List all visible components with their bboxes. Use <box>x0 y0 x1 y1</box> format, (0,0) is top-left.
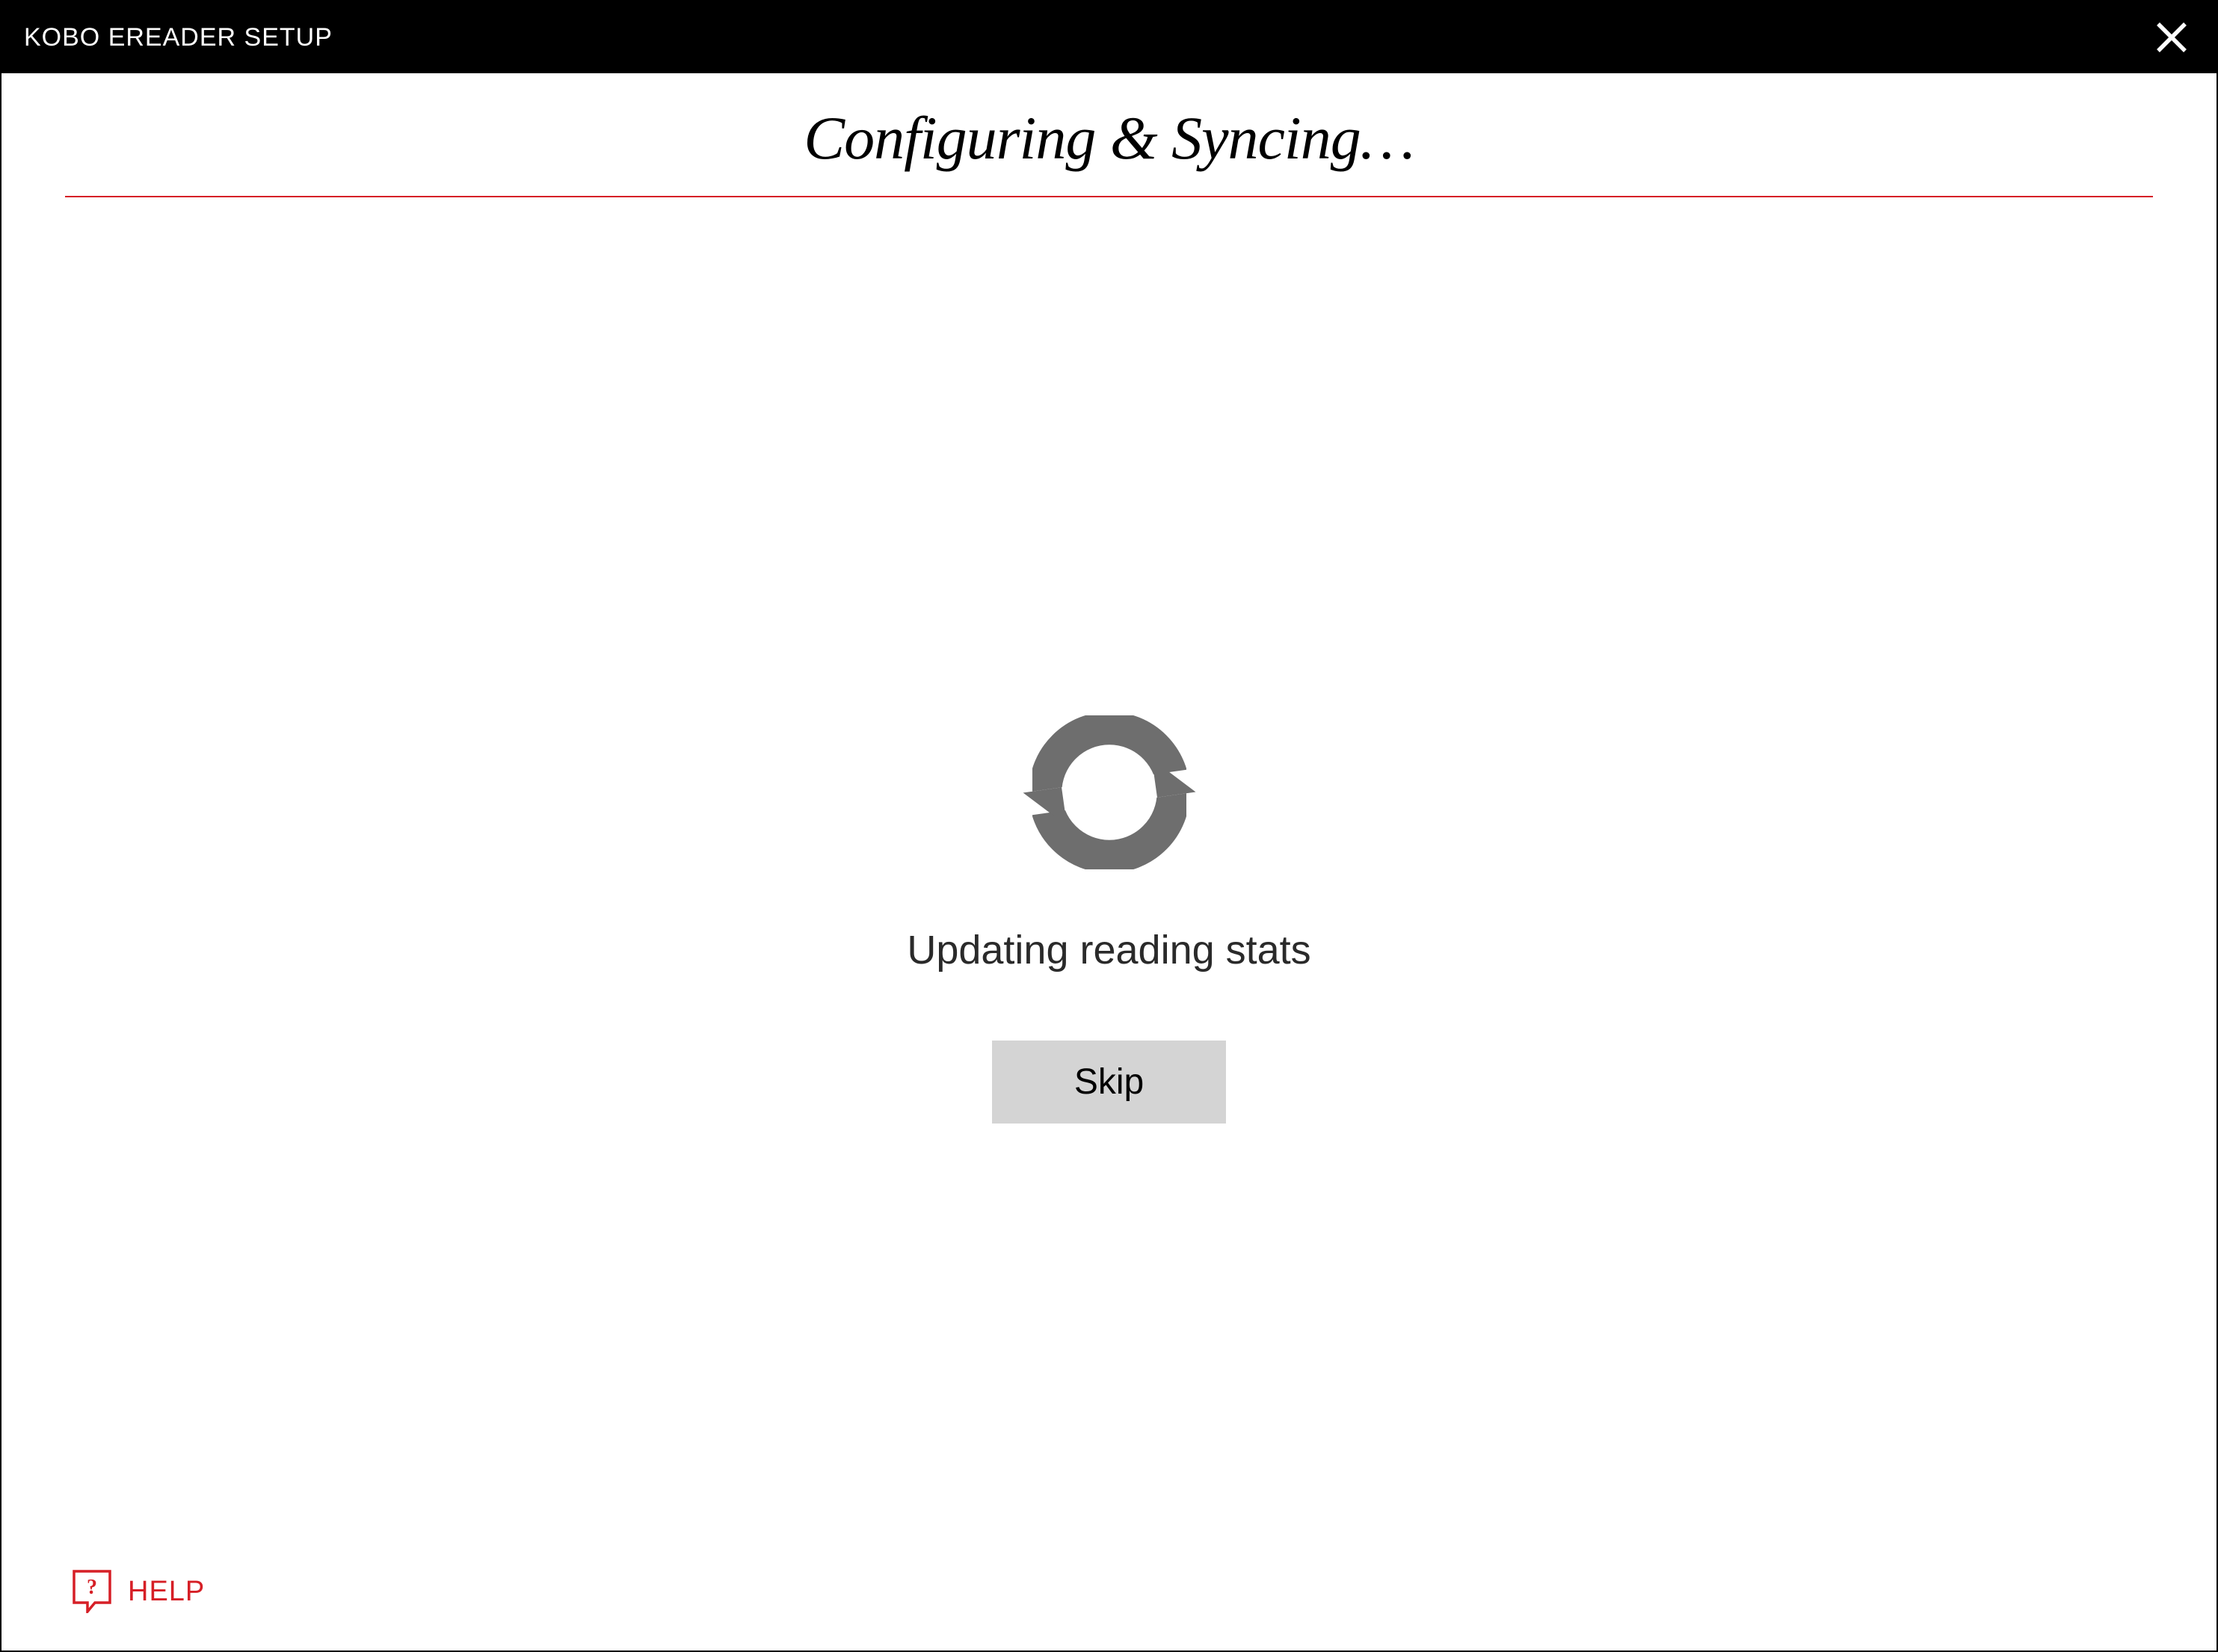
sync-status-text: Updating reading stats <box>907 927 1310 973</box>
titlebar: KOBO EREADER SETUP <box>1 1 2217 73</box>
skip-button[interactable]: Skip <box>992 1041 1226 1124</box>
help-label: HELP <box>128 1576 205 1608</box>
content-area: Configuring & Syncing… <box>1 73 2217 1651</box>
help-button[interactable]: ? HELP <box>73 1570 205 1613</box>
sync-progress-area: Updating reading stats Skip <box>65 182 2153 1636</box>
help-icon: ? <box>73 1570 111 1613</box>
close-button[interactable] <box>2149 15 2194 60</box>
setup-window: KOBO EREADER SETUP Configuring & Syncing… <box>1 1 2217 1651</box>
svg-text:?: ? <box>87 1576 97 1599</box>
close-icon <box>2155 21 2188 54</box>
sync-icon <box>1012 695 1207 890</box>
window-title: KOBO EREADER SETUP <box>24 23 333 52</box>
